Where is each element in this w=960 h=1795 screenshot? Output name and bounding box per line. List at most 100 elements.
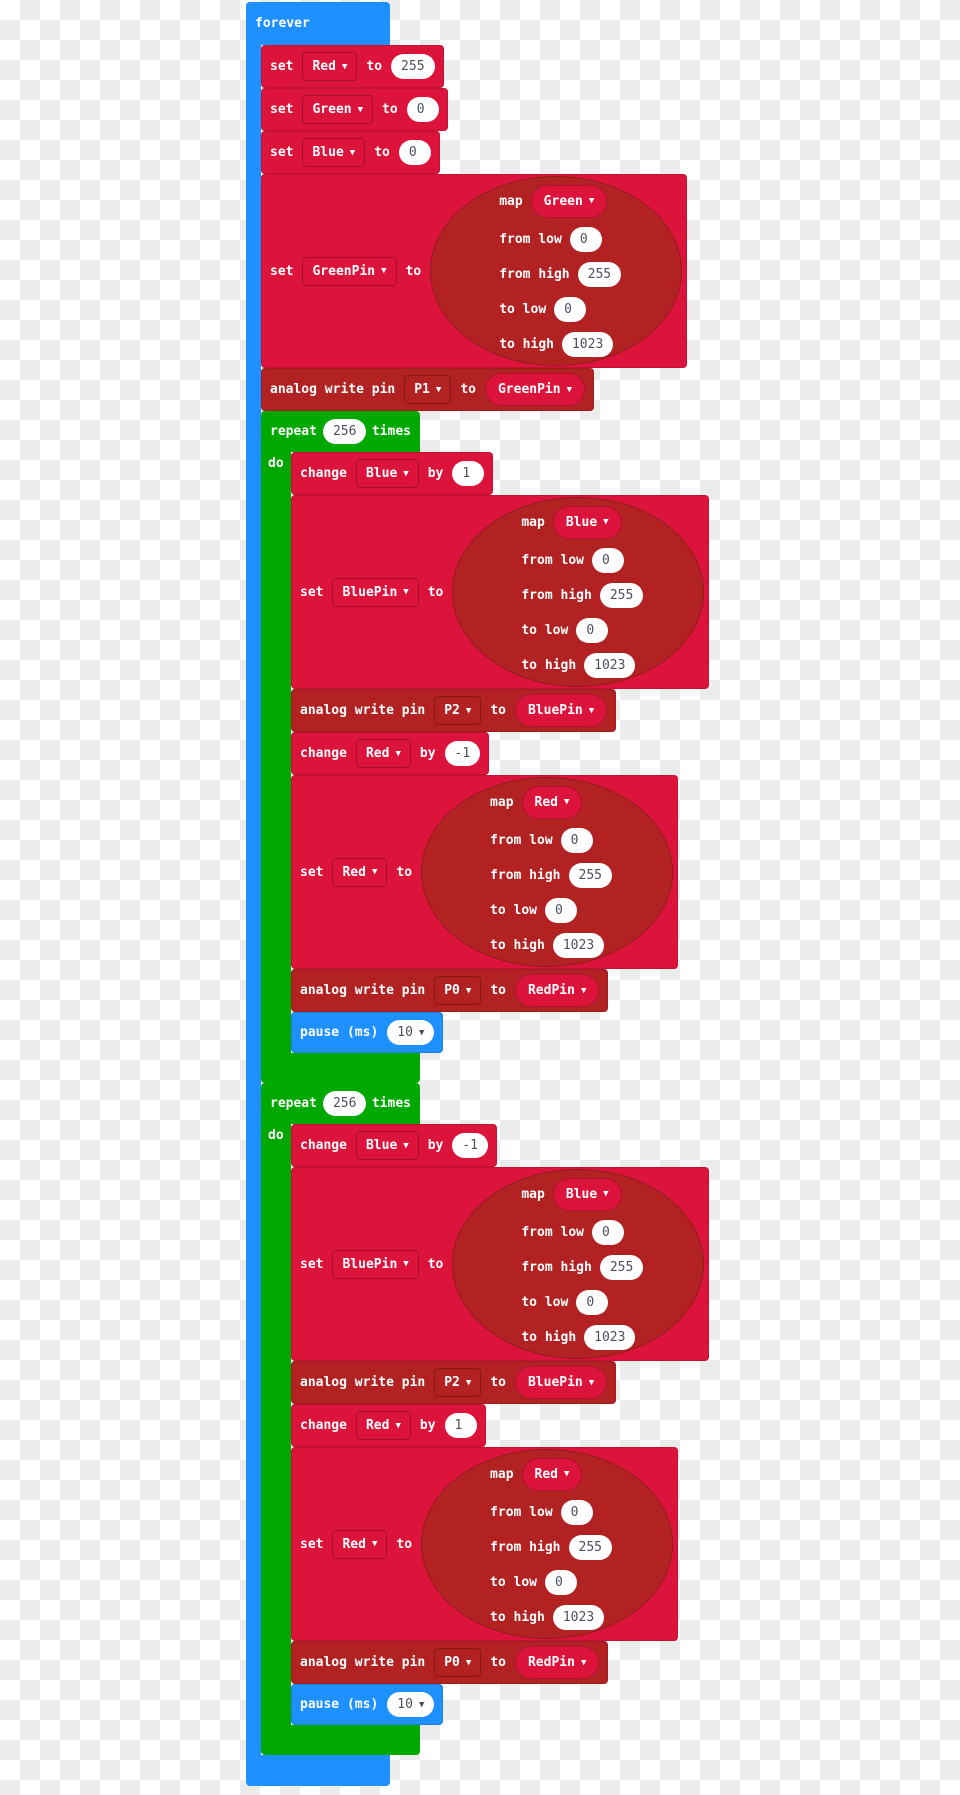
value-input[interactable]: 0 [406,97,439,122]
set-variable-map-block[interactable]: set Red ▼ to map Red ▼ from low 0 from high 255 to … [291,1447,679,1641]
variable-dropdown[interactable]: Red ▼ [332,857,388,887]
variable-dropdown[interactable]: BluePin ▼ [332,1249,419,1279]
value-input[interactable]: 0 [398,140,431,165]
value-variable-dropdown[interactable]: RedPin ▼ [514,1646,600,1679]
map-row-input[interactable]: 255 [599,1254,644,1280]
map-row-input[interactable]: 1023 [561,331,614,357]
pin-dropdown[interactable]: P1 ▼ [404,375,452,404]
analog-write-pin-block[interactable]: analog write pin P1 ▼ to GreenPin ▼ [261,368,595,411]
pause-block[interactable]: pause (ms) 10 ▼ [291,1012,444,1053]
analog-write-pin-block[interactable]: analog write pin P0 ▼ to RedPin ▼ [291,969,609,1012]
analog-write-pin-block[interactable]: analog write pin P2 ▼ to BluePin ▼ [291,1361,617,1404]
variable-dropdown[interactable]: Red ▼ [355,1411,411,1440]
to-label: to [490,983,506,998]
variable-dropdown[interactable]: BluePin ▼ [332,577,419,607]
map-block[interactable]: map Blue ▼ from low 0 from high 255 to low 0 to h… [452,497,705,687]
map-row-input[interactable]: 255 [568,1534,612,1560]
map-row: from high 255 [521,1254,703,1281]
to-label: to [490,1375,506,1390]
map-row: to high 1023 [499,331,681,358]
pin-dropdown[interactable]: P0 ▼ [434,1648,482,1677]
variable-dropdown[interactable]: Blue ▼ [355,1131,419,1160]
variable-dropdown-value: Green [312,102,352,117]
value-variable-dropdown[interactable]: GreenPin ▼ [484,373,586,406]
change-variable-block[interactable]: change Red ▼ by 1 [291,1404,486,1447]
map-row-input[interactable]: 0 [569,226,602,252]
map-variable-dropdown[interactable]: Green ▼ [530,184,608,218]
map-row-input[interactable]: 1023 [584,1324,636,1350]
map-row-label: to high [490,937,545,953]
map-row-input[interactable]: 255 [577,261,622,287]
repeat-block[interactable]: repeat 256 times do change Blue ▼ by 1 set BluePin… [261,411,710,1083]
repeat-count-input[interactable]: 256 [322,1091,366,1116]
value-variable-dropdown[interactable]: RedPin ▼ [514,974,600,1007]
set-variable-map-block[interactable]: set Red ▼ to map Red ▼ from low 0 from high 255 to … [291,775,679,969]
map-row-input[interactable]: 0 [576,617,609,643]
map-row-input[interactable]: 0 [545,897,578,923]
set-variable-block[interactable]: set Red ▼ to 255 [261,45,444,88]
set-variable-block[interactable]: set Blue ▼ to 0 [261,131,440,174]
to-label: to [366,59,383,74]
map-variable-dropdown[interactable]: Blue ▼ [552,505,622,539]
map-row-input[interactable]: 1023 [584,652,636,678]
set-variable-map-block[interactable]: set BluePin ▼ to map Blue ▼ from low 0 from high 2… [291,495,710,689]
map-variable-dropdown[interactable]: Red ▼ [521,785,583,819]
variable-dropdown[interactable]: Blue ▼ [302,138,366,167]
map-row-label: from low [490,1504,553,1520]
map-variable-value: Blue [565,1186,598,1202]
change-variable-block[interactable]: change Blue ▼ by 1 [291,452,494,495]
variable-dropdown[interactable]: Red ▼ [332,1529,388,1559]
pause-block[interactable]: pause (ms) 10 ▼ [291,1684,444,1725]
variable-dropdown[interactable]: Red ▼ [355,739,411,768]
value-variable: BluePin [527,703,583,718]
value-input[interactable]: 1 [444,1413,477,1438]
forever-block[interactable]: forever set Red ▼ to 255 set Green ▼ to 0 set Blue ▼ t… [246,2,710,1786]
map-variable-dropdown[interactable]: Red ▼ [521,1457,583,1491]
map-block[interactable]: map Green ▼ from low 0 from high 255 to low 0 to … [430,176,683,366]
map-row-input[interactable]: 255 [599,582,644,608]
set-variable-map-block[interactable]: set GreenPin ▼ to map Green ▼ from low 0 from hig… [261,174,688,368]
value-variable-dropdown[interactable]: BluePin ▼ [514,694,608,727]
pin-dropdown[interactable]: P2 ▼ [434,696,482,725]
map-row-input[interactable]: 0 [591,1219,624,1245]
map-block[interactable]: map Blue ▼ from low 0 from high 255 to low 0 to h… [452,1169,705,1359]
map-row-input[interactable]: 0 [560,1499,593,1525]
value-variable-dropdown[interactable]: BluePin ▼ [514,1366,608,1399]
value-input[interactable]: -1 [444,741,481,766]
value-input[interactable]: 1 [452,461,485,486]
map-block[interactable]: map Red ▼ from low 0 from high 255 to low 0 to hi… [421,1449,674,1639]
analog-write-pin-block[interactable]: analog write pin P0 ▼ to RedPin ▼ [291,1641,609,1684]
repeat-block[interactable]: repeat 256 times do change Blue ▼ by -1 set BluePi… [261,1083,710,1755]
map-row-label: from low [521,552,584,568]
pin-dropdown[interactable]: P0 ▼ [434,976,482,1005]
repeat-count-input[interactable]: 256 [322,419,366,444]
map-row-input[interactable]: 0 [576,1289,609,1315]
variable-dropdown[interactable]: Blue ▼ [355,459,419,488]
pin-dropdown[interactable]: P2 ▼ [434,1368,482,1397]
pause-duration-dropdown[interactable]: 10 ▼ [387,1692,435,1717]
set-variable-block[interactable]: set Green ▼ to 0 [261,88,448,131]
map-variable-dropdown[interactable]: Blue ▼ [552,1177,622,1211]
map-block[interactable]: map Red ▼ from low 0 from high 255 to low 0 to hi… [421,777,674,967]
map-row-input[interactable]: 1023 [552,1604,605,1630]
set-variable-map-block[interactable]: set BluePin ▼ to map Blue ▼ from low 0 from high 2… [291,1167,710,1361]
analog-write-pin-block[interactable]: analog write pin P2 ▼ to BluePin ▼ [291,689,617,732]
change-variable-block[interactable]: change Red ▼ by -1 [291,732,490,775]
pause-label: pause (ms) [300,1697,379,1712]
map-row-input[interactable]: 1023 [552,932,605,958]
variable-dropdown[interactable]: Red ▼ [302,52,358,81]
variable-dropdown[interactable]: Green ▼ [302,95,374,124]
change-variable-block[interactable]: change Blue ▼ by -1 [291,1124,498,1167]
value-input[interactable]: 255 [391,54,435,79]
map-row-input[interactable]: 0 [560,827,593,853]
map-row-input[interactable]: 0 [591,547,624,573]
map-row-input[interactable]: 0 [545,1569,578,1595]
variable-dropdown[interactable]: GreenPin ▼ [302,256,397,286]
repeat-arm: do [261,1124,291,1725]
map-row-input[interactable]: 0 [554,296,587,322]
map-row-label: to high [499,336,554,352]
value-input[interactable]: -1 [452,1133,489,1158]
dropdown-arrow-icon: ▼ [603,517,609,527]
map-row-input[interactable]: 255 [568,862,612,888]
pause-duration-dropdown[interactable]: 10 ▼ [387,1020,435,1045]
